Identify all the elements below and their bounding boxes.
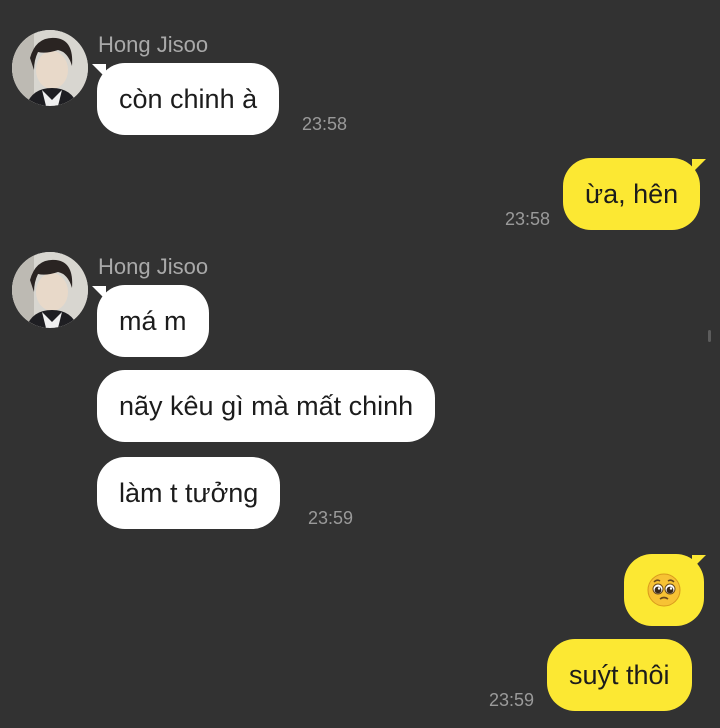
message-bubble[interactable]: ừa, hên [563, 158, 701, 230]
message-timestamp: 23:59 [489, 690, 535, 710]
message-bubble[interactable]: nãy kêu gì mà mất chinh [97, 370, 436, 442]
message-timestamp: 23:59 [308, 508, 354, 528]
message-bubble[interactable]: làm t tưởng [97, 457, 281, 529]
avatar[interactable] [12, 30, 88, 106]
message-bubble[interactable]: suýt thôi [547, 639, 692, 711]
message-bubble-emoji[interactable] [624, 554, 704, 626]
avatar[interactable] [12, 252, 88, 328]
message-bubble[interactable]: má m [97, 285, 209, 357]
sender-name: Hong Jisoo [98, 32, 209, 57]
scrollbar[interactable] [708, 330, 711, 342]
pleading-face-emoji-icon [647, 573, 681, 607]
message-timestamp: 23:58 [505, 209, 551, 229]
sender-name: Hong Jisoo [98, 254, 209, 279]
message-timestamp: 23:58 [302, 114, 348, 134]
message-bubble[interactable]: còn chinh à [97, 63, 280, 135]
